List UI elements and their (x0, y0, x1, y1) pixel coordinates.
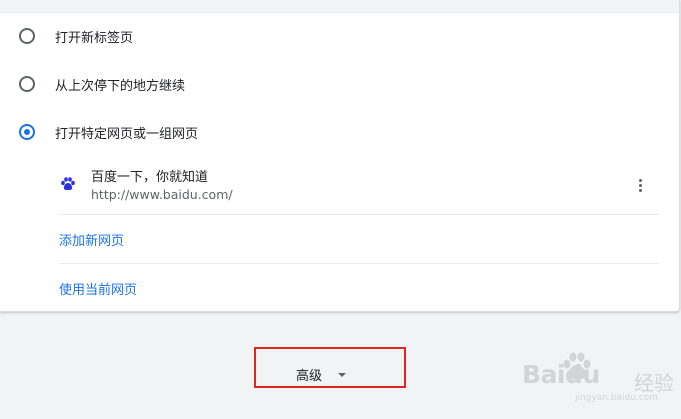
baidu-jingyan-watermark: Baidu 经验 jingyan.baidu.com (522, 350, 677, 403)
add-page-row: 添加新网页 (59, 214, 659, 262)
use-current-pages-link[interactable]: 使用当前网页 (59, 279, 137, 298)
more-dot-icon (639, 184, 642, 187)
radio-button-checked[interactable] (19, 124, 35, 140)
radio-button-unchecked[interactable] (19, 76, 35, 92)
use-current-row: 使用当前网页 (59, 263, 659, 311)
startup-page-url: http://www.baidu.com/ (91, 187, 233, 202)
radio-option-specific-pages[interactable]: 打开特定网页或一组网页 (0, 108, 679, 156)
radio-label-new-tab: 打开新标签页 (55, 30, 134, 46)
advanced-label: 高级 (296, 368, 323, 384)
radio-option-continue[interactable]: 从上次停下的地方继续 (0, 60, 679, 108)
watermark-paw-icon (563, 352, 591, 380)
radio-button-unchecked[interactable] (19, 28, 35, 44)
caret-down-icon (338, 373, 347, 377)
startup-page-title: 百度一下，你就知道 (91, 170, 209, 185)
more-dot-icon (639, 189, 642, 192)
startup-settings-card: 打开新标签页 从上次停下的地方继续 打开特定网页或一组网页 百度一下，你就知道 … (0, 0, 680, 312)
radio-label-continue: 从上次停下的地方继续 (55, 78, 186, 94)
startup-page-entry: 百度一下，你就知道 http://www.baidu.com/ (59, 160, 659, 215)
radio-label-specific-pages: 打开特定网页或一组网页 (55, 126, 199, 142)
radio-option-new-tab[interactable]: 打开新标签页 (0, 12, 679, 60)
baidu-paw-icon (61, 177, 75, 191)
more-dot-icon (639, 179, 642, 182)
more-actions-button[interactable] (631, 174, 651, 198)
watermark-sub: 经验 (634, 371, 674, 395)
watermark-url: jingyan.baidu.com (575, 393, 659, 403)
advanced-button[interactable]: 高级 (296, 362, 347, 386)
add-new-page-link[interactable]: 添加新网页 (59, 230, 124, 249)
